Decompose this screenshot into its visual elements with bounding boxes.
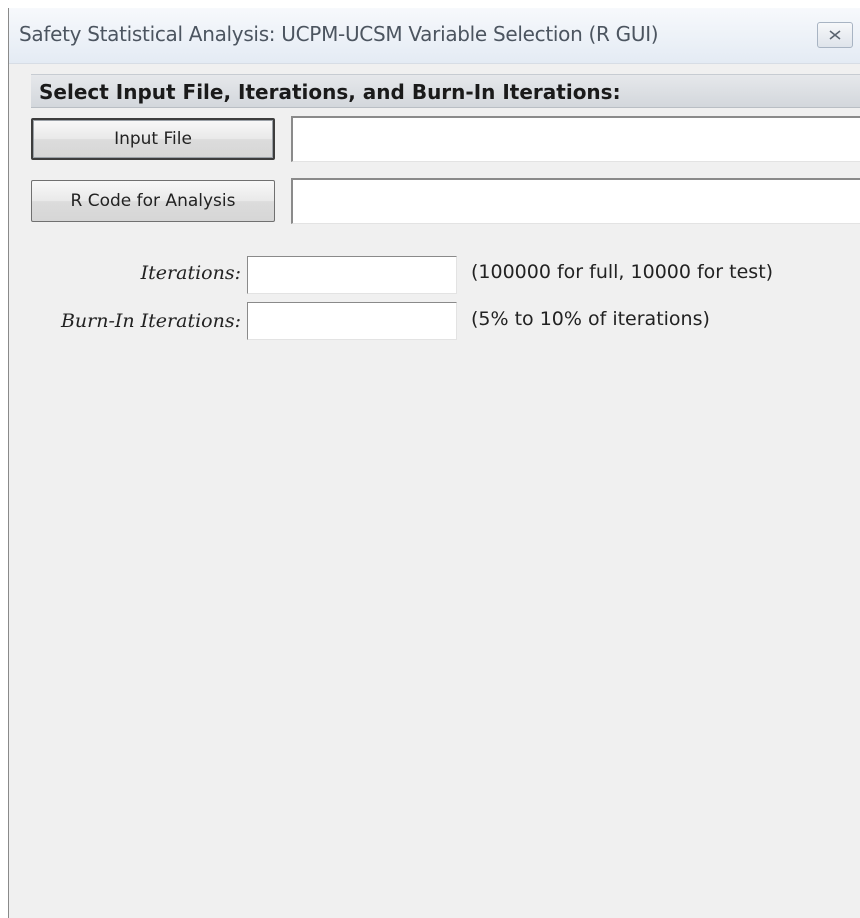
window-title: Safety Statistical Analysis: UCPM-UCSM V… [19,22,659,46]
close-icon [829,30,841,40]
burnin-label: Burn-In Iterations: [60,310,241,332]
dialog-window: Safety Statistical Analysis: UCPM-UCSM V… [8,8,860,918]
input-file-path-field[interactable] [291,116,860,162]
burnin-field[interactable] [247,302,457,340]
title-bar[interactable]: Safety Statistical Analysis: UCPM-UCSM V… [9,8,860,64]
r-code-button[interactable]: R Code for Analysis [31,180,275,222]
input-file-button[interactable]: Input File [31,118,275,160]
section-header-text: Select Input File, Iterations, and Burn-… [39,80,621,104]
close-button[interactable] [817,22,853,48]
iterations-field[interactable] [247,256,457,294]
burnin-hint: (5% to 10% of iterations) [471,308,710,330]
r-code-path-field[interactable] [291,178,860,224]
section-header: Select Input File, Iterations, and Burn-… [31,74,860,108]
iterations-hint: (100000 for full, 10000 for test) [471,261,774,283]
iterations-label: Iterations: [140,262,241,284]
